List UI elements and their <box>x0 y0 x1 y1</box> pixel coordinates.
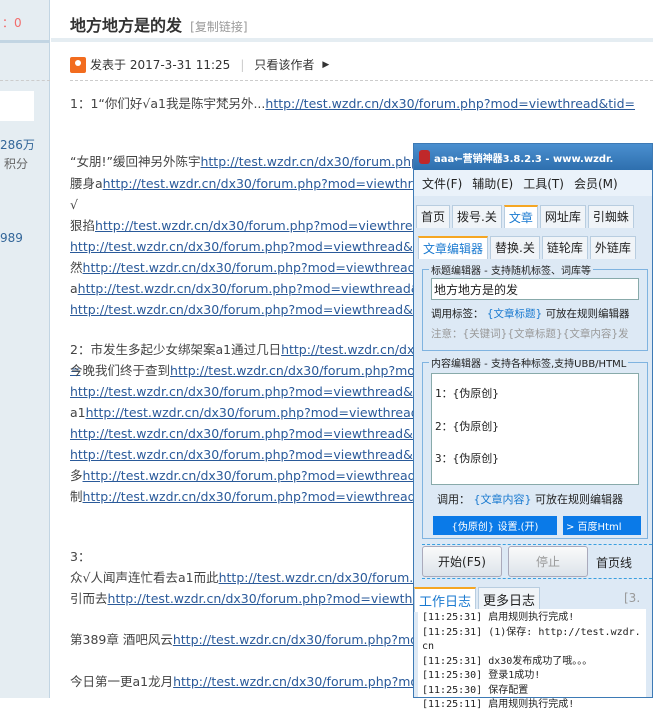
count: 286万 <box>0 138 35 152</box>
line-text: √ <box>70 197 78 212</box>
group-label: 内容编辑器 - 支持各种标签,支持UBB/HTML <box>429 355 629 370</box>
subtab-outlink[interactable]: 外链库 <box>589 236 636 259</box>
thread-link[interactable]: http://test.wzdr.cn/dx30/forum.php?mod=v… <box>95 218 465 233</box>
thread-link[interactable]: http://test.wzdr.cn/dx30/forum.php?mod=v… <box>78 281 448 296</box>
group-label: 标题编辑器 - 支持随机标签、词库等 <box>429 262 593 277</box>
content-editor-group: 内容编辑器 - 支持各种标签,支持UBB/HTML 1：{伪原创} 2：{伪原创… <box>422 355 648 539</box>
tab-url-lib[interactable]: 网址库 <box>539 205 586 228</box>
content-tag[interactable]: {文章内容} <box>474 493 532 506</box>
menu-member[interactable]: 会员(M) <box>574 175 618 196</box>
thread-link[interactable]: http://test.wzdr.cn/dx30/forum.php?mod=v… <box>86 405 456 420</box>
author-only-link[interactable]: 只看该作者 <box>254 56 314 73</box>
app-logo-icon <box>419 150 430 164</box>
line-text: 今日第一更a1龙月 <box>70 674 174 689</box>
line-text: 然 <box>70 260 83 275</box>
thread-link[interactable]: http://test.wzdr.cn/dx30/forum.php?mod=v… <box>83 489 453 504</box>
content-line: 3：{伪原创} <box>435 452 499 465</box>
subtab-replace[interactable]: 替换.关 <box>490 236 540 259</box>
content-textarea[interactable]: 1：{伪原创} 2：{伪原创} 3：{伪原创} <box>431 373 639 485</box>
app-title: aaa←营销神器3.8.2.3 - www.wzdr. <box>434 154 614 165</box>
stop-button[interactable]: 停止 <box>508 546 588 577</box>
line-text: 多 <box>70 468 83 483</box>
call-label: 调用： <box>437 493 470 506</box>
sidebar: ：0 286万 积分 989 <box>0 0 50 698</box>
tab-home[interactable]: 首页 <box>416 205 451 228</box>
subtab-editor[interactable]: 文章编辑器 <box>418 236 489 259</box>
points-label: 积分 <box>4 157 29 171</box>
arrow-right-icon: ▶ <box>322 59 330 70</box>
tab-spider[interactable]: 引蜘蛛 <box>587 205 634 228</box>
num: 989 <box>0 231 23 245</box>
subtab-chain[interactable]: 链轮库 <box>541 236 588 259</box>
line-text: “女朋!”缓回神另外陈宇 <box>70 154 201 169</box>
line-text: 腰身a <box>70 176 103 191</box>
thread-link[interactable]: http://test.wzdr.cn/dx30/forum.php?mod=v… <box>70 302 440 317</box>
thread-link[interactable]: http://test.wzdr.cn/dx30/forum.php?mod=v… <box>70 447 440 462</box>
tab-dial[interactable]: 拨号.关 <box>452 205 502 228</box>
line-text: 制 <box>70 489 83 504</box>
title-input[interactable]: 地方地方是的发 <box>431 278 639 300</box>
log-entry: [11:25:30] 登录1成功! <box>422 670 541 681</box>
line-text: 狠掐 <box>70 218 96 233</box>
log-panel: [11:25:31] 启用规则执行完成! [11:25:31] (1)保存: h… <box>418 609 646 710</box>
line-text: a <box>70 281 78 296</box>
line-text: 1：1“你们好√a1我是陈宇梵另外... <box>70 96 266 111</box>
notice: 注意：{关键词}{文章标题}{文章内容}发 <box>431 328 629 340</box>
line-text: 第389章 酒吧风云 <box>70 632 173 647</box>
user-icon <box>70 56 86 73</box>
thread-link[interactable]: http://test.wzdr.cn/dx30/forum.php?mod=v… <box>83 468 453 483</box>
thread-link[interactable]: http://test.wzdr.cn/dx30/forum.php?mod=v… <box>70 426 440 441</box>
note: 可放在规则编辑器 <box>545 308 630 320</box>
thread-link[interactable]: http://test.wzdr.cn/dx30/forum.php?mod=v… <box>265 96 635 111</box>
post-time: 发表于 2017-3-31 11:25 <box>90 58 231 72</box>
log-entry: [11:25:11] 启用规则执行完成! <box>422 699 575 710</box>
thread-link[interactable]: http://test.wzdr.cn/dx30/forum.php?mod=v… <box>83 260 453 275</box>
line-text: 今晚我们终于查到 <box>70 363 171 378</box>
app-window: aaa←营销神器3.8.2.3 - www.wzdr. 文件(F) 辅助(E) … <box>413 143 653 710</box>
log-count: [3. <box>624 591 641 605</box>
line-text: 2：市发生多起少女绑架案a1通过几日 <box>70 342 282 357</box>
title-editor-group: 标题编辑器 - 支持随机标签、词库等 地方地方是的发 调用标签： {文章标题} … <box>422 262 648 351</box>
line-text: 众√人闻声连忙看去a1而此 <box>70 570 219 585</box>
pseudo-original-setting[interactable]: {伪原创} 设置.(开) <box>433 516 557 535</box>
post-line: 1：1“你们好√a1我是陈宇梵另外...http://test.wzdr.cn/… <box>70 94 650 114</box>
thread-link[interactable]: http://test.wzdr.cn/dx30/forum.php?mod=v… <box>70 384 440 399</box>
home-label: 首页线 <box>596 556 633 570</box>
menu-file[interactable]: 文件(F) <box>422 175 462 196</box>
note: 可放在规则编辑器 <box>535 493 623 506</box>
title-tag[interactable]: {文章标题} <box>487 308 542 320</box>
line-text: 3： <box>70 549 91 564</box>
log-entry: [11:25:31] 启用规则执行完成! <box>422 612 575 623</box>
page-title: 地方地方是的发 <box>70 16 183 35</box>
log-entry: [11:25:31] (1)保存: http://test.wzdr.cn <box>422 626 641 653</box>
start-button[interactable]: 开始(F5) <box>422 546 502 577</box>
thread-link[interactable]: http://test.wzdr.cn/dx30/forum.php?mod=v… <box>70 239 440 254</box>
tab-article[interactable]: 文章 <box>503 205 538 228</box>
content-line: 1：{伪原创} <box>435 387 499 400</box>
stat-zero: ：0 <box>2 16 22 30</box>
menu-assist[interactable]: 辅助(E) <box>472 175 513 196</box>
call-label: 调用标签： <box>431 308 484 320</box>
menu-tools[interactable]: 工具(T) <box>523 175 564 196</box>
line-text: a1 <box>70 405 86 420</box>
log-entry: [11:25:30] 保存配置 <box>422 684 529 696</box>
line-text: 引而去 <box>70 591 108 606</box>
content-line: 2：{伪原创} <box>435 419 499 433</box>
baidu-html-button[interactable]: > 百度Html <box>563 516 641 535</box>
copy-link[interactable]: [复制链接] <box>190 20 247 34</box>
log-entry: [11:25:31] dx30发布成功了哦。。。 <box>422 655 593 667</box>
